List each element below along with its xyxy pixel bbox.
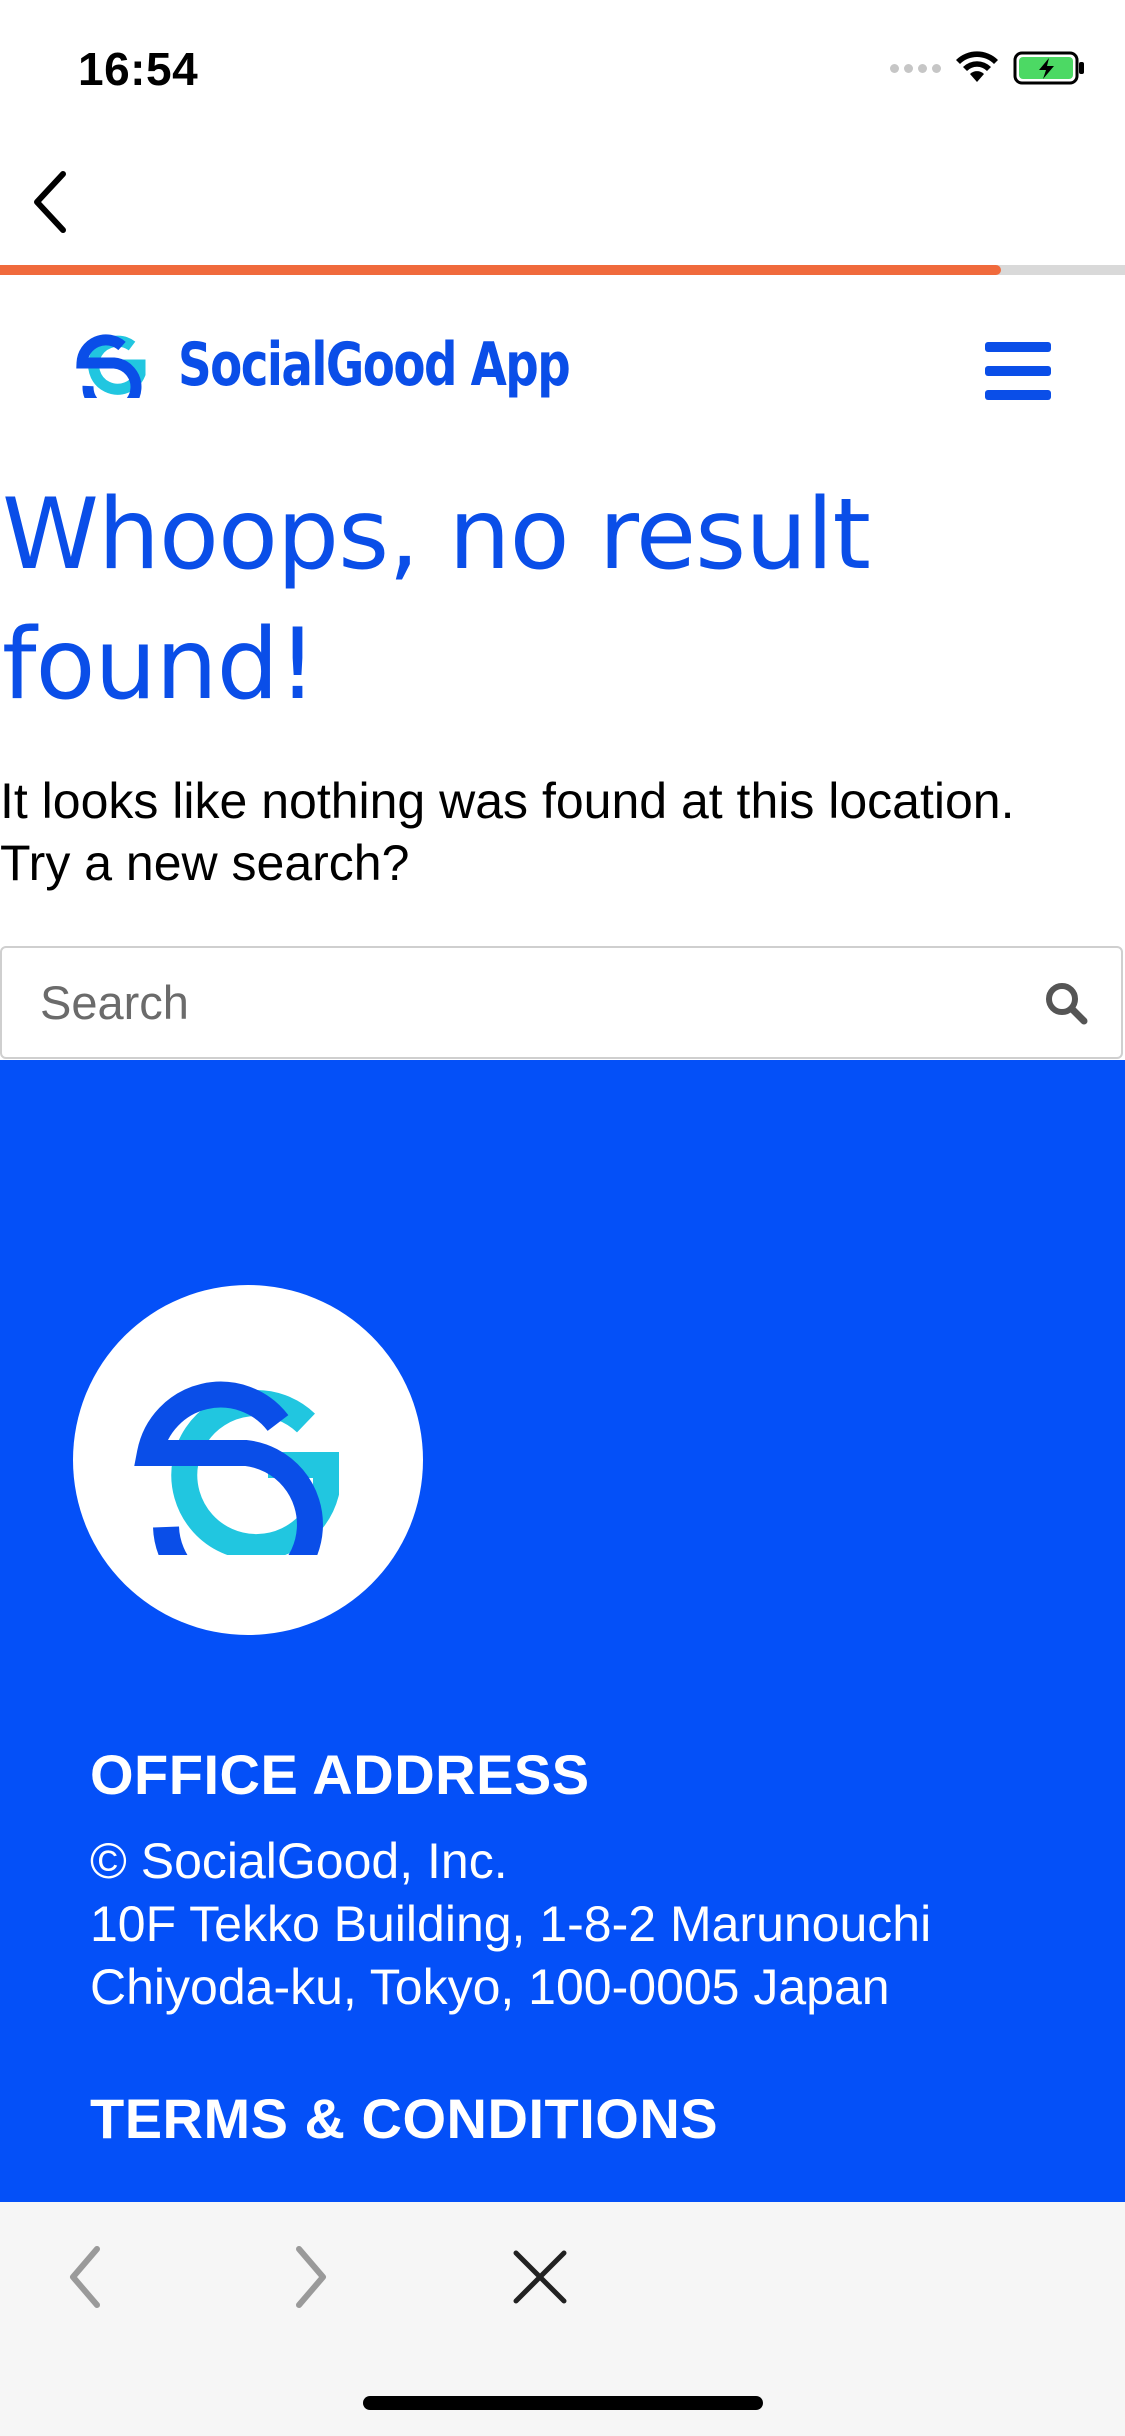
site-header: SocialGood App bbox=[0, 300, 1125, 440]
chevron-left-icon bbox=[34, 171, 66, 233]
footer-logo bbox=[73, 1285, 423, 1635]
status-bar: 16:54 bbox=[0, 0, 1125, 132]
message-line-2: Try a new search? bbox=[0, 835, 410, 891]
close-icon bbox=[513, 2250, 567, 2304]
status-time: 16:54 bbox=[78, 43, 199, 95]
socialgood-logo-icon bbox=[76, 334, 146, 398]
hamburger-menu-button[interactable] bbox=[985, 342, 1051, 400]
home-indicator bbox=[363, 2396, 763, 2410]
back-button[interactable] bbox=[14, 162, 84, 242]
address-line: © SocialGood, Inc. bbox=[90, 1833, 508, 1889]
office-address: © SocialGood, Inc. 10F Tekko Building, 1… bbox=[90, 1830, 931, 2019]
status-icons bbox=[890, 46, 1087, 90]
top-nav bbox=[0, 140, 1125, 265]
socialgood-logo-icon bbox=[134, 1381, 339, 1555]
page-title: Whoops, no result found! bbox=[2, 478, 871, 722]
brand-link[interactable]: SocialGood App bbox=[74, 330, 679, 400]
chevron-right-icon bbox=[296, 2246, 326, 2308]
browser-close-button[interactable] bbox=[495, 2232, 585, 2322]
search-input[interactable] bbox=[2, 948, 1011, 1057]
search-icon bbox=[1046, 982, 1088, 1024]
address-line: 10F Tekko Building, 1-8-2 Marunouchi bbox=[90, 1896, 932, 1952]
cellular-signal-icon bbox=[890, 63, 941, 73]
chevron-left-icon bbox=[70, 2246, 100, 2308]
address-line: Chiyoda-ku, Tokyo, 100-0005 Japan bbox=[90, 1959, 890, 2015]
no-result-message: It looks like nothing was found at this … bbox=[0, 770, 1125, 894]
page-load-progress bbox=[0, 265, 1125, 275]
terms-and-conditions-link[interactable]: TERMS & CONDITIONS bbox=[90, 2086, 718, 2151]
hamburger-menu-icon bbox=[985, 342, 1051, 352]
browser-forward-button[interactable] bbox=[266, 2232, 356, 2322]
wifi-icon bbox=[956, 51, 998, 82]
battery-charging-icon bbox=[1013, 51, 1084, 85]
main-content: Whoops, no result found! It looks like n… bbox=[0, 470, 1125, 891]
message-line-1: It looks like nothing was found at this … bbox=[0, 773, 1015, 829]
browser-back-button[interactable] bbox=[40, 2232, 130, 2322]
office-address-heading: OFFICE ADDRESS bbox=[90, 1743, 590, 1806]
search-button[interactable] bbox=[1011, 948, 1121, 1057]
site-footer: OFFICE ADDRESS © SocialGood, Inc. 10F Te… bbox=[0, 1060, 1125, 2202]
search-form bbox=[0, 946, 1123, 1059]
page-load-progress-fill bbox=[0, 265, 1002, 275]
brand-name: SocialGood App bbox=[178, 330, 571, 400]
